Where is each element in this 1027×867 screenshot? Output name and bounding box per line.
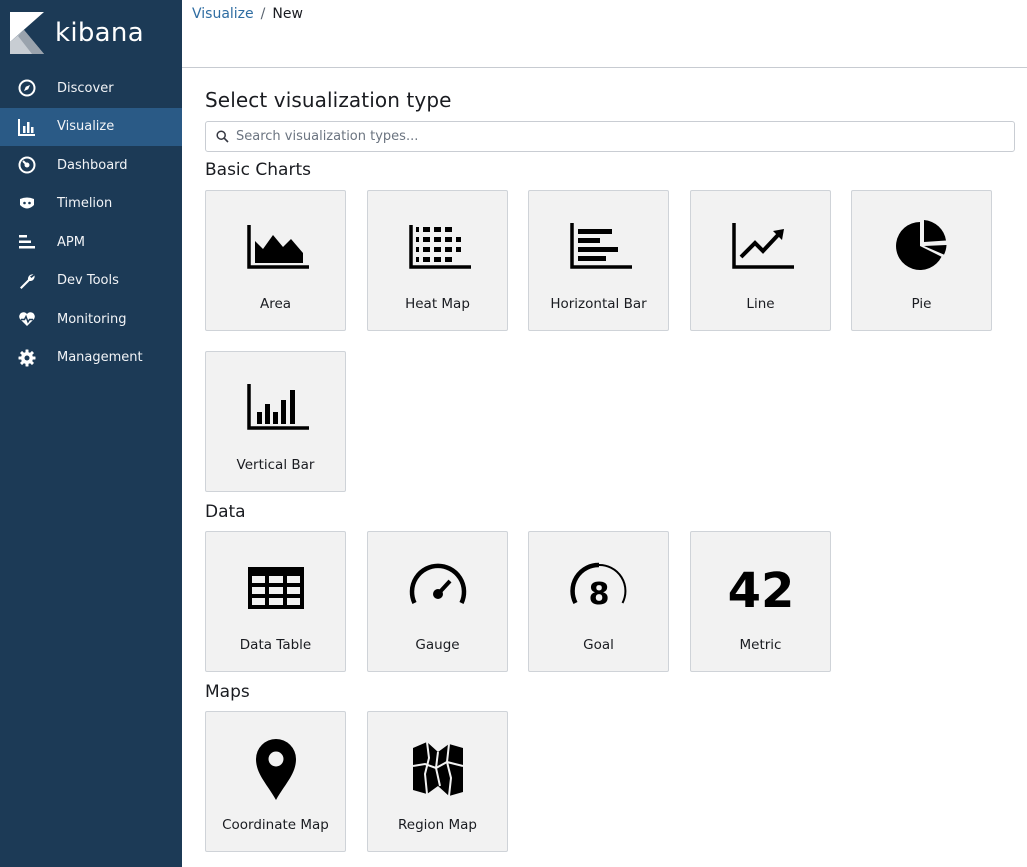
search-input[interactable] [236,129,996,144]
dashboard-icon [17,155,37,175]
goal-icon: 8 [529,560,668,614]
tile-label: Gauge [415,637,460,653]
sidebar-nav: Discover Visualize Dashboard Timelion AP… [0,69,182,377]
main-content: Select visualization type Basic Charts A… [205,88,1015,852]
sidebar-item-label: Discover [57,80,114,96]
tile-label: Heat Map [405,296,470,312]
gauge-icon [368,560,507,614]
sidebar-item-label: Management [57,350,143,366]
page-title: Select visualization type [205,88,452,112]
sidebar-item-label: Visualize [57,119,115,135]
viz-type-line[interactable]: Line [690,190,831,331]
kibana-logo[interactable]: kibana [10,12,144,54]
compass-icon [17,78,37,98]
viz-type-heat-map[interactable]: Heat Map [367,190,508,331]
sidebar-item-discover[interactable]: Discover [0,69,182,108]
tile-label: Horizontal Bar [550,296,647,312]
viz-type-pie[interactable]: Pie [851,190,992,331]
sidebar-item-visualize[interactable]: Visualize [0,107,182,146]
tile-label: Data Table [239,637,312,653]
goal-icon-number: 8 [588,577,609,612]
apm-icon [17,232,37,252]
breadcrumb-visualize-link[interactable]: Visualize [192,6,254,22]
bar-chart-icon [17,117,37,137]
viz-type-coordinate-map[interactable]: Coordinate Map [205,711,346,852]
metric-icon: 42 [691,560,830,614]
breadcrumb-current: New [272,6,303,22]
tile-label: Area [259,296,292,312]
horizontal-bar-icon [529,219,668,273]
table-icon [206,560,345,614]
viz-type-area[interactable]: Area [205,190,346,331]
region-map-icon [368,738,507,800]
heat-map-icon [368,219,507,273]
sidebar-item-management[interactable]: Management [0,339,182,378]
viz-type-data-table[interactable]: Data Table [205,531,346,672]
top-bar: Visualize / New [182,0,1027,68]
area-chart-icon [206,219,345,273]
sidebar: kibana Discover Visualize Dashboard Time… [0,0,182,867]
kibana-logo-text: kibana [55,18,144,48]
kibana-logo-icon [10,12,44,54]
sidebar-item-apm[interactable]: APM [0,223,182,262]
search-box[interactable] [205,121,1015,152]
viz-type-metric[interactable]: 42 Metric [690,531,831,672]
viz-type-vertical-bar[interactable]: Vertical Bar [205,351,346,492]
section-title-maps: Maps [205,682,250,702]
sidebar-item-timelion[interactable]: Timelion [0,185,182,224]
viz-type-horizontal-bar[interactable]: Horizontal Bar [528,190,669,331]
viz-type-goal[interactable]: 8 Goal [528,531,669,672]
breadcrumb-separator: / [260,6,266,22]
section-title-data: Data [205,502,246,522]
search-icon [216,130,229,143]
section-title-basic-charts: Basic Charts [205,160,311,180]
sidebar-item-label: Monitoring [57,311,127,327]
heartbeat-icon [17,309,37,329]
viz-type-gauge[interactable]: Gauge [367,531,508,672]
tile-label: Pie [911,296,932,312]
sidebar-item-label: Timelion [57,196,113,212]
tile-label: Coordinate Map [222,817,329,833]
vertical-bar-icon [206,380,345,434]
tile-label: Vertical Bar [236,457,315,473]
pie-chart-icon [852,219,991,273]
breadcrumb: Visualize / New [192,6,303,22]
tile-label: Line [746,296,775,312]
sidebar-item-monitoring[interactable]: Monitoring [0,300,182,339]
viz-type-region-map[interactable]: Region Map [367,711,508,852]
sidebar-item-label: Dashboard [57,157,128,173]
timelion-icon [17,194,37,214]
sidebar-item-dev-tools[interactable]: Dev Tools [0,262,182,301]
metric-icon-number: 42 [728,563,794,614]
tile-label: Goal [583,637,614,653]
sidebar-item-dashboard[interactable]: Dashboard [0,146,182,185]
line-chart-icon [691,219,830,273]
sidebar-item-label: APM [57,234,85,250]
tile-label: Metric [739,637,782,653]
wrench-icon [17,271,37,291]
map-marker-icon [206,736,345,802]
tile-label: Region Map [398,817,477,833]
gear-icon [17,348,37,368]
sidebar-item-label: Dev Tools [57,273,119,289]
